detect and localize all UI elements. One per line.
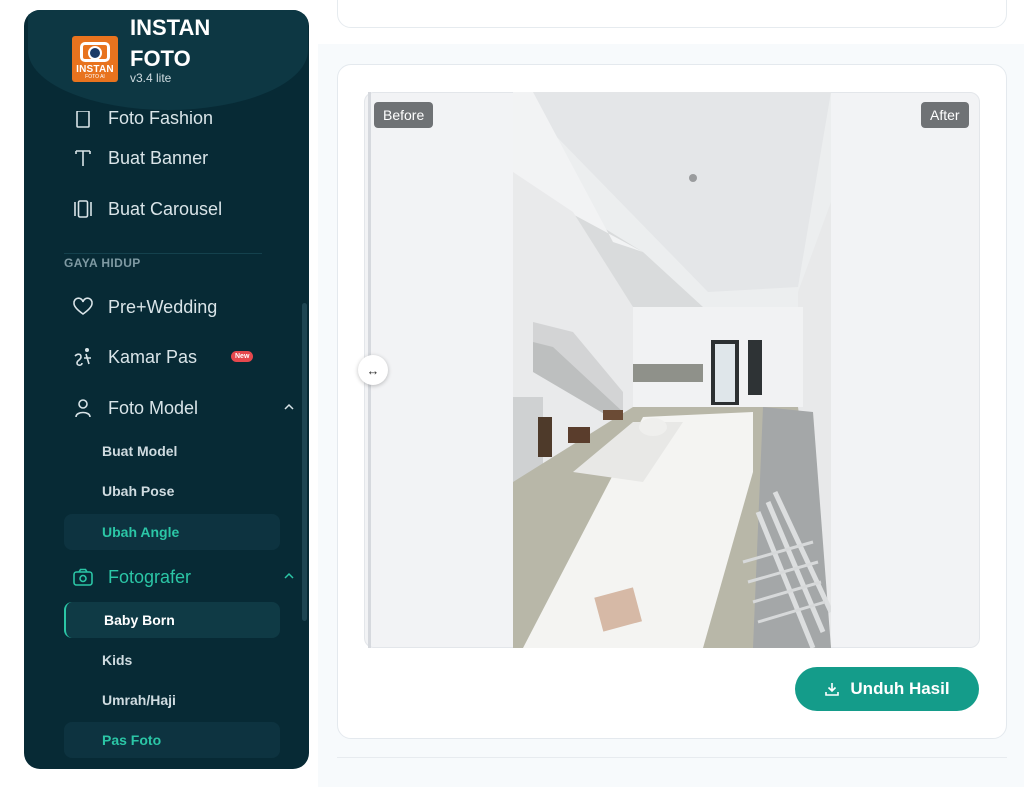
download-icon [825, 683, 840, 696]
sidebar-item-pre-wedding[interactable]: Pre+Wedding [64, 287, 304, 327]
after-label: After [921, 102, 969, 128]
heart-icon [73, 297, 93, 315]
sidebar-item-foto-model[interactable]: Foto Model [64, 388, 304, 428]
sidebar-subitem-pas-foto[interactable]: Pas Foto [64, 722, 280, 758]
sidebar-item-buat-carousel[interactable]: Buat Carousel [64, 189, 304, 229]
lens-logo-icon [88, 46, 102, 60]
app-name: INSTAN FOTO [130, 12, 210, 74]
sidebar-subitem-umrah-haji[interactable]: Umrah/Haji [64, 682, 280, 718]
sidebar-item-label: Foto Fashion [108, 107, 214, 128]
app-name-line1: INSTAN [130, 15, 211, 40]
bottom-divider [337, 757, 1007, 758]
camera-icon [73, 568, 93, 586]
sidebar-item-label: Kamar Pas [108, 346, 198, 367]
sidebar-subitem-kids[interactable]: Kids [64, 642, 280, 678]
sidebar-subitem-ubah-angle[interactable]: Ubah Angle [64, 514, 280, 550]
logo-subtext: FOTO AI [85, 74, 105, 80]
sidebar-item-label: Foto Model [108, 397, 199, 418]
compare-slider-handle[interactable]: ↔ [358, 355, 388, 385]
shirt-icon [76, 111, 90, 128]
sidebar-subitem-ubah-pose[interactable]: Ubah Pose [64, 473, 280, 509]
brand-header: INSTAN FOTO AI INSTAN FOTO v3.4 lite [28, 10, 308, 110]
top-card [337, 0, 1007, 28]
sidebar-item-fotografer[interactable]: Fotografer [64, 557, 304, 597]
download-button-label: Unduh Hasil [850, 679, 950, 698]
sidebar-item-buat-banner[interactable]: Buat Banner [64, 138, 304, 178]
before-label: Before [374, 102, 434, 128]
sidebar-item-label: Pre+Wedding [108, 296, 218, 317]
sidebar-subitem-buat-model[interactable]: Buat Model [64, 433, 280, 469]
arrows-horizontal-icon: ↔ [366, 362, 380, 378]
app-version: v3.4 lite [130, 71, 172, 85]
person-hanger-icon [74, 348, 91, 367]
text-icon [75, 150, 91, 166]
carousel-icon [74, 200, 92, 218]
result-photo [513, 92, 831, 648]
sidebar-item-label: Buat Carousel [108, 198, 223, 219]
sidebar-item-label: Buat Banner [108, 147, 209, 168]
chevron-up-icon [284, 403, 294, 410]
sidebar-scrollbar[interactable] [302, 303, 307, 621]
sidebar: INSTAN FOTO AI INSTAN FOTO v3.4 lite Fot… [24, 10, 309, 769]
new-badge: New [231, 351, 254, 362]
section-label-gaya-hidup: GAYA HIDUP [64, 256, 141, 270]
download-result-button[interactable]: Unduh Hasil [795, 667, 979, 711]
section-divider [64, 253, 262, 254]
sidebar-item-kamar-pas[interactable]: Kamar Pas [64, 337, 304, 377]
chevron-up-icon [284, 572, 294, 579]
user-icon [75, 399, 91, 418]
app-logo: INSTAN FOTO AI [72, 36, 118, 82]
app-name-line2: FOTO [130, 46, 191, 71]
sidebar-item-label: Fotografer [108, 566, 192, 587]
sidebar-subitem-baby-born[interactable]: Baby Born [64, 602, 280, 638]
